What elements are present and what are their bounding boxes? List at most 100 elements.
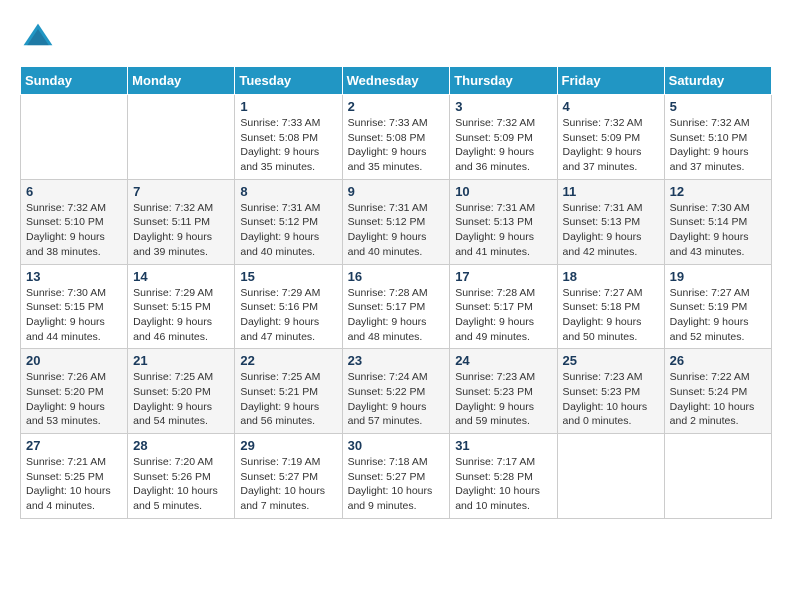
day-number: 26 [670, 353, 766, 368]
day-number: 19 [670, 269, 766, 284]
day-info: Sunrise: 7:26 AM Sunset: 5:20 PM Dayligh… [26, 370, 122, 429]
day-info: Sunrise: 7:23 AM Sunset: 5:23 PM Dayligh… [455, 370, 551, 429]
day-number: 22 [240, 353, 336, 368]
day-info: Sunrise: 7:25 AM Sunset: 5:21 PM Dayligh… [240, 370, 336, 429]
day-number: 16 [348, 269, 445, 284]
calendar-cell: 15 Sunrise: 7:29 AM Sunset: 5:16 PM Dayli… [235, 264, 342, 349]
day-info: Sunrise: 7:17 AM Sunset: 5:28 PM Dayligh… [455, 455, 551, 514]
calendar-cell: 29 Sunrise: 7:19 AM Sunset: 5:27 PM Dayli… [235, 434, 342, 519]
header-day-friday: Friday [557, 67, 664, 95]
header-day-thursday: Thursday [450, 67, 557, 95]
calendar-cell: 1Sunrise: 7:33 AM Sunset: 5:08 PM Daylig… [235, 95, 342, 180]
calendar-cell: 2Sunrise: 7:33 AM Sunset: 5:08 PM Daylig… [342, 95, 450, 180]
week-row-0: 1Sunrise: 7:33 AM Sunset: 5:08 PM Daylig… [21, 95, 772, 180]
day-number: 24 [455, 353, 551, 368]
calendar-cell: 6 Sunrise: 7:32 AM Sunset: 5:10 PM Daylig… [21, 179, 128, 264]
calendar-cell: 11 Sunrise: 7:31 AM Sunset: 5:13 PM Dayli… [557, 179, 664, 264]
day-info: Sunrise: 7:21 AM Sunset: 5:25 PM Dayligh… [26, 455, 122, 514]
calendar-cell: 20Sunrise: 7:26 AM Sunset: 5:20 PM Dayli… [21, 349, 128, 434]
day-info: Sunrise: 7:27 AM Sunset: 5:19 PM Dayligh… [670, 286, 766, 345]
calendar-cell: 5 Sunrise: 7:32 AM Sunset: 5:10 PM Daylig… [664, 95, 771, 180]
day-info: Sunrise: 7:27 AM Sunset: 5:18 PM Dayligh… [563, 286, 659, 345]
day-number: 9 [348, 184, 445, 199]
day-info: Sunrise: 7:32 AM Sunset: 5:10 PM Dayligh… [26, 201, 122, 260]
calendar-cell: 26 Sunrise: 7:22 AM Sunset: 5:24 PM Dayli… [664, 349, 771, 434]
day-number: 17 [455, 269, 551, 284]
day-number: 25 [563, 353, 659, 368]
calendar-table: SundayMondayTuesdayWednesdayThursdayFrid… [20, 66, 772, 519]
day-number: 14 [133, 269, 229, 284]
calendar-cell: 7Sunrise: 7:32 AM Sunset: 5:11 PM Daylig… [128, 179, 235, 264]
day-info: Sunrise: 7:28 AM Sunset: 5:17 PM Dayligh… [455, 286, 551, 345]
day-number: 29 [240, 438, 336, 453]
calendar-cell [128, 95, 235, 180]
calendar-cell: 17 Sunrise: 7:28 AM Sunset: 5:17 PM Dayli… [450, 264, 557, 349]
header-day-saturday: Saturday [664, 67, 771, 95]
day-number: 2 [348, 99, 445, 114]
day-info: Sunrise: 7:31 AM Sunset: 5:13 PM Dayligh… [455, 201, 551, 260]
week-row-4: 27 Sunrise: 7:21 AM Sunset: 5:25 PM Dayli… [21, 434, 772, 519]
calendar-cell [557, 434, 664, 519]
calendar-cell: 21 Sunrise: 7:25 AM Sunset: 5:20 PM Dayli… [128, 349, 235, 434]
day-number: 7 [133, 184, 229, 199]
day-number: 18 [563, 269, 659, 284]
calendar-cell: 19 Sunrise: 7:27 AM Sunset: 5:19 PM Dayli… [664, 264, 771, 349]
day-info: Sunrise: 7:28 AM Sunset: 5:17 PM Dayligh… [348, 286, 445, 345]
calendar-cell: 18 Sunrise: 7:27 AM Sunset: 5:18 PM Dayli… [557, 264, 664, 349]
calendar-cell: 10 Sunrise: 7:31 AM Sunset: 5:13 PM Dayli… [450, 179, 557, 264]
calendar-cell: 31 Sunrise: 7:17 AM Sunset: 5:28 PM Dayli… [450, 434, 557, 519]
logo [20, 20, 60, 56]
day-number: 27 [26, 438, 122, 453]
day-info: Sunrise: 7:33 AM Sunset: 5:08 PM Dayligh… [240, 116, 336, 175]
header-day-wednesday: Wednesday [342, 67, 450, 95]
day-info: Sunrise: 7:29 AM Sunset: 5:16 PM Dayligh… [240, 286, 336, 345]
week-row-2: 13 Sunrise: 7:30 AM Sunset: 5:15 PM Dayli… [21, 264, 772, 349]
calendar-cell: 25 Sunrise: 7:23 AM Sunset: 5:23 PM Dayli… [557, 349, 664, 434]
week-row-3: 20Sunrise: 7:26 AM Sunset: 5:20 PM Dayli… [21, 349, 772, 434]
calendar-body: 1Sunrise: 7:33 AM Sunset: 5:08 PM Daylig… [21, 95, 772, 519]
calendar-cell: 14 Sunrise: 7:29 AM Sunset: 5:15 PM Dayli… [128, 264, 235, 349]
day-info: Sunrise: 7:31 AM Sunset: 5:12 PM Dayligh… [348, 201, 445, 260]
day-info: Sunrise: 7:23 AM Sunset: 5:23 PM Dayligh… [563, 370, 659, 429]
day-number: 6 [26, 184, 122, 199]
header-day-tuesday: Tuesday [235, 67, 342, 95]
calendar-cell: 4 Sunrise: 7:32 AM Sunset: 5:09 PM Daylig… [557, 95, 664, 180]
calendar-cell: 13 Sunrise: 7:30 AM Sunset: 5:15 PM Dayli… [21, 264, 128, 349]
calendar-cell: 30 Sunrise: 7:18 AM Sunset: 5:27 PM Dayli… [342, 434, 450, 519]
calendar-cell: 9 Sunrise: 7:31 AM Sunset: 5:12 PM Daylig… [342, 179, 450, 264]
day-info: Sunrise: 7:32 AM Sunset: 5:10 PM Dayligh… [670, 116, 766, 175]
day-number: 4 [563, 99, 659, 114]
day-number: 5 [670, 99, 766, 114]
logo-icon [20, 20, 56, 56]
day-number: 10 [455, 184, 551, 199]
day-number: 8 [240, 184, 336, 199]
day-info: Sunrise: 7:30 AM Sunset: 5:14 PM Dayligh… [670, 201, 766, 260]
calendar-cell: 22 Sunrise: 7:25 AM Sunset: 5:21 PM Dayli… [235, 349, 342, 434]
header-day-monday: Monday [128, 67, 235, 95]
day-info: Sunrise: 7:25 AM Sunset: 5:20 PM Dayligh… [133, 370, 229, 429]
calendar-header: SundayMondayTuesdayWednesdayThursdayFrid… [21, 67, 772, 95]
day-number: 15 [240, 269, 336, 284]
day-number: 30 [348, 438, 445, 453]
header-row: SundayMondayTuesdayWednesdayThursdayFrid… [21, 67, 772, 95]
calendar-cell: 8 Sunrise: 7:31 AM Sunset: 5:12 PM Daylig… [235, 179, 342, 264]
page-header [20, 20, 772, 56]
week-row-1: 6 Sunrise: 7:32 AM Sunset: 5:10 PM Daylig… [21, 179, 772, 264]
day-info: Sunrise: 7:31 AM Sunset: 5:12 PM Dayligh… [240, 201, 336, 260]
day-info: Sunrise: 7:20 AM Sunset: 5:26 PM Dayligh… [133, 455, 229, 514]
calendar-cell: 16 Sunrise: 7:28 AM Sunset: 5:17 PM Dayli… [342, 264, 450, 349]
day-info: Sunrise: 7:32 AM Sunset: 5:09 PM Dayligh… [563, 116, 659, 175]
day-number: 11 [563, 184, 659, 199]
day-info: Sunrise: 7:29 AM Sunset: 5:15 PM Dayligh… [133, 286, 229, 345]
day-number: 21 [133, 353, 229, 368]
day-info: Sunrise: 7:31 AM Sunset: 5:13 PM Dayligh… [563, 201, 659, 260]
day-info: Sunrise: 7:30 AM Sunset: 5:15 PM Dayligh… [26, 286, 122, 345]
day-number: 12 [670, 184, 766, 199]
calendar-cell: 3Sunrise: 7:32 AM Sunset: 5:09 PM Daylig… [450, 95, 557, 180]
calendar-cell: 12 Sunrise: 7:30 AM Sunset: 5:14 PM Dayli… [664, 179, 771, 264]
day-info: Sunrise: 7:18 AM Sunset: 5:27 PM Dayligh… [348, 455, 445, 514]
day-info: Sunrise: 7:19 AM Sunset: 5:27 PM Dayligh… [240, 455, 336, 514]
day-number: 31 [455, 438, 551, 453]
day-info: Sunrise: 7:22 AM Sunset: 5:24 PM Dayligh… [670, 370, 766, 429]
day-number: 13 [26, 269, 122, 284]
